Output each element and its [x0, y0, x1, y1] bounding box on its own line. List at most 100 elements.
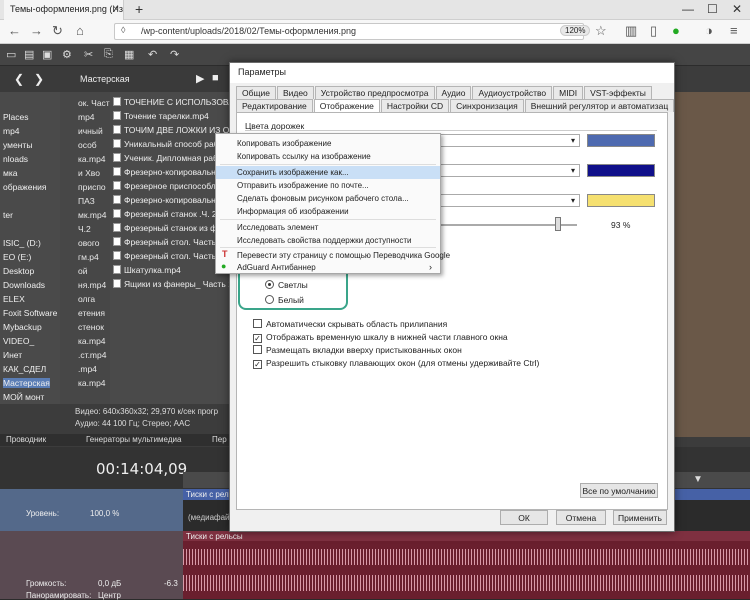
list-item[interactable]: ка.mp4 [78, 378, 106, 388]
tab-vst[interactable]: VST-эффекты [584, 86, 652, 99]
menu-icon[interactable]: ≡ [730, 23, 738, 38]
tree-item[interactable]: Инет [3, 350, 22, 360]
file-item[interactable]: Уникальный способ раб [113, 139, 219, 149]
tree-item[interactable]: nloads [3, 154, 28, 164]
tab-display[interactable]: Отображение [313, 99, 380, 112]
folder-path[interactable]: Мастерская [80, 74, 130, 84]
tree-item[interactable]: Downloads [3, 280, 45, 290]
tab-video[interactable]: Видео [276, 86, 314, 99]
list-item[interactable]: ка.mp4 [78, 336, 106, 346]
back-icon[interactable]: ← [8, 23, 21, 38]
file-item[interactable]: Фрезерно-копировальн [113, 195, 216, 205]
menu-copy-image[interactable]: Копировать изображение [216, 137, 440, 150]
list-item[interactable]: стенок [78, 322, 104, 332]
browser-tab[interactable]: Темы-оформления.png (Изобра [4, 0, 124, 20]
list-item[interactable]: олга [78, 294, 95, 304]
tab-sync[interactable]: Синхронизация [450, 99, 524, 112]
tab-midi[interactable]: MIDI [553, 86, 584, 99]
list-item[interactable]: ок. Част [78, 98, 110, 108]
close-window-button[interactable]: ✕ [732, 2, 742, 16]
ok-button[interactable]: ОК [500, 510, 548, 525]
paste-icon[interactable]: ▦ [124, 48, 134, 61]
tab-audio[interactable]: Аудио [435, 86, 472, 99]
tab-editing[interactable]: Редактирование [236, 99, 313, 112]
slider-thumb[interactable] [555, 217, 561, 231]
cut-icon[interactable]: ✂ [84, 48, 93, 61]
explorer-forward-icon[interactable]: ❯ [34, 72, 44, 86]
file-item[interactable]: Фрезерный стол. Часть [113, 251, 216, 261]
tree-item[interactable]: Desktop [3, 266, 34, 276]
tree-item[interactable]: ter [3, 210, 13, 220]
list-item[interactable]: ка.mp4 [78, 154, 106, 164]
checkbox-tabs-top[interactable]: Размещать вкладки вверху пристыкованных … [253, 345, 462, 355]
list-item[interactable]: и Хво [78, 168, 100, 178]
explorer-back-icon[interactable]: ❮ [14, 72, 24, 86]
tree-item[interactable]: Foxit Software [3, 308, 57, 318]
tree-item[interactable]: VIDEO_ [3, 336, 34, 346]
tab-close-icon[interactable]: × [113, 4, 119, 15]
list-item[interactable]: мк.mp4 [78, 210, 106, 220]
file-item[interactable]: Фрезерный стол. Часть [113, 237, 216, 247]
list-item[interactable]: приспо [78, 182, 106, 192]
tab-external-control[interactable]: Внешний регулятор и автоматизац [524, 99, 675, 112]
bookmark-star-icon[interactable]: ☆ [595, 23, 607, 39]
minimize-button[interactable]: — [682, 2, 694, 16]
checkbox-docking[interactable]: ✓ Разрешить стыковку плавающих окон (для … [253, 358, 539, 369]
file-item[interactable]: Ящики из фанеры_ Часть 1 [113, 279, 233, 289]
forward-icon[interactable]: → [30, 23, 43, 38]
list-item[interactable]: ПАЗ [78, 196, 95, 206]
properties-icon[interactable]: ⚙ [62, 48, 72, 61]
tab-cd[interactable]: Настройки CD [380, 99, 450, 112]
playhead-marker-icon[interactable]: ▼ [693, 474, 703, 485]
new-tab-button[interactable]: + [135, 1, 143, 17]
color-swatch-2[interactable] [587, 164, 655, 177]
checkbox-timeline-bottom[interactable]: ✓ Отображать временную шкалу в нижней час… [253, 332, 508, 343]
volume-value[interactable]: 0,0 дБ [98, 579, 121, 588]
menu-inspect-accessibility[interactable]: Исследовать свойства поддержки доступнос… [216, 234, 440, 247]
tree-item[interactable]: ображения [3, 182, 47, 192]
list-item[interactable]: гм.p4 [78, 252, 99, 262]
list-item[interactable]: mp4 [78, 112, 95, 122]
library-icon[interactable]: ▥ [625, 23, 637, 39]
tree-item[interactable]: мка [3, 168, 17, 178]
audio-clip[interactable] [183, 531, 750, 599]
url-bar[interactable]: ◊ /wp-content/uploads/2018/02/Темы-оформ… [114, 23, 584, 40]
tab-preview-device[interactable]: Устройство предпросмотра [314, 86, 435, 99]
tree-item[interactable]: КАК_СДЕЛ [3, 364, 46, 374]
tab-media-generators[interactable]: Генераторы мультимедиа [86, 435, 181, 444]
menu-inspect-element[interactable]: Исследовать элемент [216, 221, 440, 234]
tree-item[interactable]: EO (E:) [3, 252, 31, 262]
list-item[interactable]: ня.mp4 [78, 280, 106, 290]
track-level-value[interactable]: 100,0 % [90, 509, 119, 518]
menu-copy-image-link[interactable]: Копировать ссылку на изображение [216, 150, 440, 163]
tree-item[interactable]: ументы [3, 140, 32, 150]
file-item[interactable]: Фрезерный станок из ф [113, 223, 217, 233]
list-item[interactable]: .ст.mp4 [78, 350, 106, 360]
list-item[interactable]: ичный [78, 126, 103, 136]
tree-item[interactable]: ELEX [3, 294, 25, 304]
menu-email-image[interactable]: Отправить изображение по почте... [216, 179, 440, 192]
file-item[interactable]: ТОЧИМ ДВЕ ЛОЖКИ ИЗ О [113, 125, 229, 135]
menu-image-info[interactable]: Информация об изображении [216, 205, 440, 218]
tree-item[interactable]: mp4 [3, 126, 20, 136]
tab-explorer[interactable]: Проводник [6, 435, 46, 444]
file-item[interactable]: Фрезерно-копировальн [113, 167, 216, 177]
menu-save-image[interactable]: Сохранить изображение как... [216, 166, 440, 179]
save-icon[interactable]: ▣ [42, 48, 52, 61]
defaults-button[interactable]: Все по умолчанию [580, 483, 658, 498]
redo-icon[interactable]: ↷ [170, 48, 179, 61]
play-icon[interactable]: ▶ [196, 72, 204, 85]
file-item[interactable]: Шкатулка.mp4 [113, 265, 181, 275]
new-icon[interactable]: ▭ [6, 48, 16, 61]
checkbox-autohide[interactable]: Автоматически скрывать область прилипани… [253, 319, 447, 329]
tab-general[interactable]: Общие [236, 86, 276, 99]
file-item[interactable]: ТОЧЕНИЕ С ИСПОЛЬЗОВА [113, 97, 234, 107]
maximize-button[interactable]: ☐ [707, 2, 718, 16]
menu-adguard[interactable]: AdGuard Антибаннер [216, 261, 440, 274]
file-item[interactable]: Фрезерный станок .Ч. 2 [113, 209, 217, 219]
list-item[interactable]: ой [78, 266, 87, 276]
file-item[interactable]: Точение тарелки.mp4 [113, 111, 209, 121]
list-item[interactable]: особ [78, 140, 97, 150]
apply-button[interactable]: Применить [613, 510, 667, 525]
list-item[interactable]: етения [78, 308, 105, 318]
